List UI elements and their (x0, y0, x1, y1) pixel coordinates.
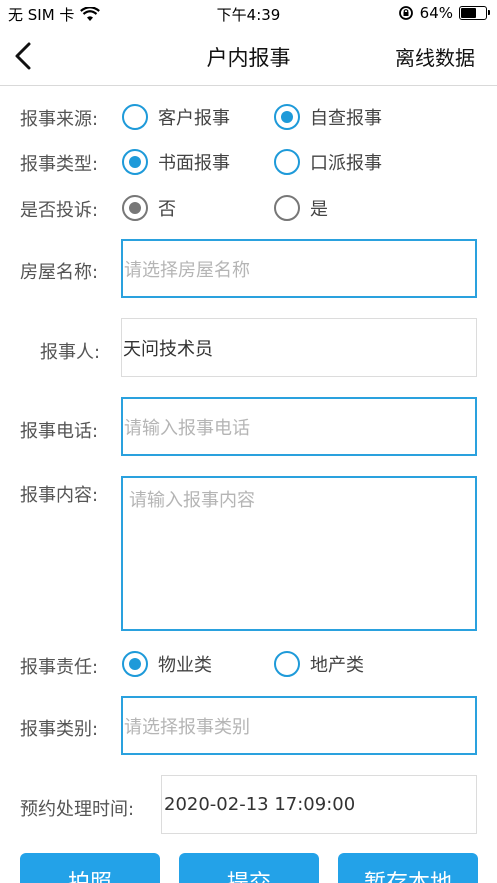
battery-icon (459, 6, 490, 20)
type-option-oral[interactable]: 口派报事 (274, 149, 382, 175)
battery-level (461, 8, 477, 18)
photo-button[interactable]: 拍照 (20, 853, 160, 883)
content-placeholder: 请输入报事内容 (129, 490, 255, 511)
status-bar: 无 SIM 卡 下午4:39 64% (0, 0, 497, 28)
complaint-option-no[interactable]: 否 (122, 195, 176, 221)
content-label: 报事内容: (20, 485, 99, 506)
appointment-label: 预约处理时间: (20, 799, 135, 820)
phone-input[interactable]: 请输入报事电话 (121, 397, 477, 456)
reporter-label: 报事人: (40, 342, 101, 363)
radio-option-label: 客户报事 (158, 108, 230, 129)
chevron-left-icon (15, 42, 31, 70)
back-button[interactable] (10, 40, 40, 72)
radio-checked-icon (122, 149, 148, 175)
battery-percent: 64% (419, 4, 453, 22)
nav-bar: 户内报事 离线数据 (0, 28, 497, 86)
category-placeholder: 请选择报事类别 (124, 716, 250, 738)
appointment-time-field[interactable]: 2020-02-13 17:09:00 (161, 775, 477, 834)
appointment-value: 2020-02-13 17:09:00 (164, 794, 356, 815)
reporter-field[interactable]: 天问技术员 (121, 318, 477, 377)
radio-icon (122, 104, 148, 130)
house-placeholder: 请选择房屋名称 (124, 259, 250, 281)
offline-data-button[interactable]: 离线数据 (395, 42, 475, 71)
radio-option-label: 自查报事 (310, 108, 382, 129)
radio-option-label: 否 (158, 199, 176, 220)
radio-icon (274, 149, 300, 175)
reporter-value: 天问技术员 (123, 338, 213, 360)
type-option-written[interactable]: 书面报事 (122, 149, 230, 175)
orientation-lock-icon (398, 6, 413, 20)
radio-option-label: 口派报事 (310, 153, 382, 174)
complaint-option-yes[interactable]: 是 (274, 195, 328, 221)
phone-label: 报事电话: (20, 421, 99, 442)
radio-checked-icon (122, 195, 148, 221)
house-select[interactable]: 请选择房屋名称 (121, 239, 477, 298)
status-right: 64% (398, 4, 490, 22)
save-local-button[interactable]: 暂存本地 (338, 853, 478, 883)
radio-checked-icon (274, 104, 300, 130)
radio-checked-icon (122, 651, 148, 677)
radio-option-label: 书面报事 (158, 153, 230, 174)
content-textarea[interactable]: 请输入报事内容 (121, 476, 477, 631)
radio-option-label: 物业类 (158, 655, 212, 676)
responsibility-label: 报事责任: (20, 657, 99, 678)
radio-icon (274, 195, 300, 221)
category-select[interactable]: 请选择报事类别 (121, 696, 477, 755)
phone-placeholder: 请输入报事电话 (124, 417, 250, 439)
responsibility-option-realestate[interactable]: 地产类 (274, 651, 364, 677)
responsibility-option-property[interactable]: 物业类 (122, 651, 212, 677)
radio-option-label: 是 (310, 199, 328, 220)
source-option-self[interactable]: 自查报事 (274, 104, 382, 130)
category-label: 报事类别: (20, 719, 99, 740)
source-label: 报事来源: (20, 109, 99, 130)
type-label: 报事类型: (20, 154, 99, 175)
complaint-label: 是否投诉: (20, 200, 99, 221)
radio-icon (274, 651, 300, 677)
source-option-customer[interactable]: 客户报事 (122, 104, 230, 130)
submit-button[interactable]: 提交 (179, 853, 319, 883)
radio-option-label: 地产类 (310, 655, 364, 676)
house-label: 房屋名称: (20, 262, 99, 283)
